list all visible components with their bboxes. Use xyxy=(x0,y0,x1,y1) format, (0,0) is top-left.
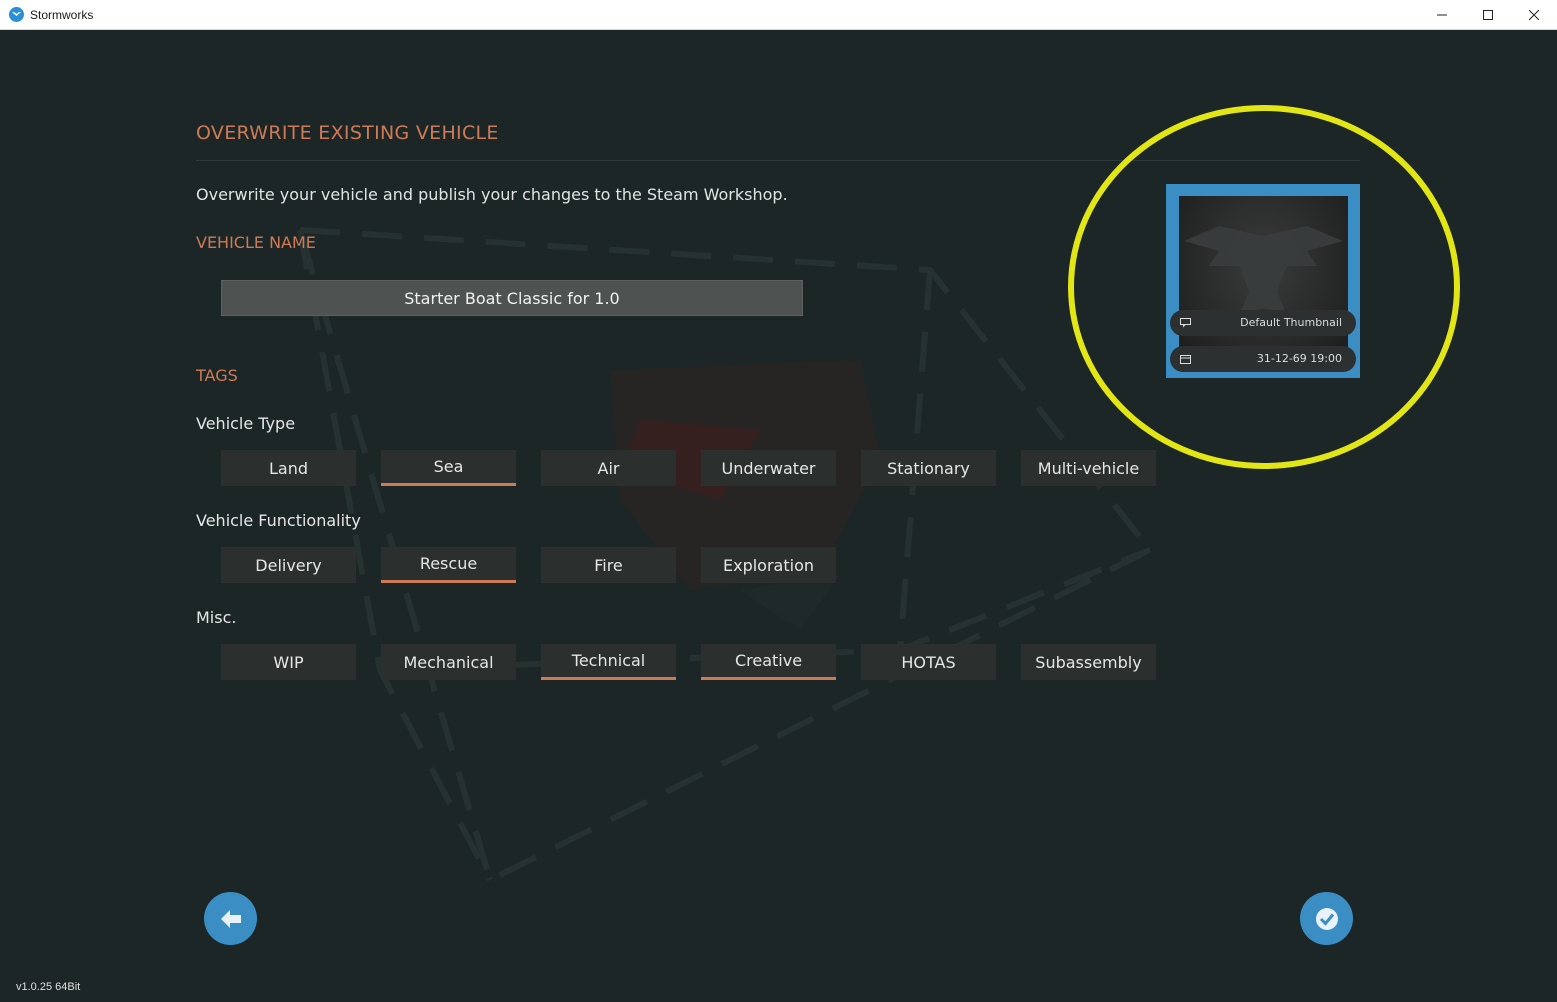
highlight-circle xyxy=(1068,105,1460,469)
tag-technical[interactable]: Technical xyxy=(541,644,676,680)
minimize-button[interactable] xyxy=(1419,0,1465,30)
tag-delivery[interactable]: Delivery xyxy=(221,547,356,583)
tag-stationary[interactable]: Stationary xyxy=(861,450,996,486)
tag-rescue[interactable]: Rescue xyxy=(381,547,516,583)
tag-creative[interactable]: Creative xyxy=(701,644,836,680)
misc-label: Misc. xyxy=(196,608,237,627)
back-button[interactable] xyxy=(204,892,257,945)
close-button[interactable] xyxy=(1511,0,1557,30)
stormworks-app-icon xyxy=(9,7,24,22)
vehicle-functionality-label: Vehicle Functionality xyxy=(196,511,361,530)
version-label: v1.0.25 64Bit xyxy=(16,981,81,993)
vehicle-type-label: Vehicle Type xyxy=(196,414,296,433)
tag-sea[interactable]: Sea xyxy=(381,450,516,486)
dialog-description: Overwrite your vehicle and publish your … xyxy=(196,185,788,204)
tag-fire[interactable]: Fire xyxy=(541,547,676,583)
arrow-left-icon xyxy=(220,909,241,928)
tag-subassembly[interactable]: Subassembly xyxy=(1021,644,1156,680)
confirm-button[interactable] xyxy=(1300,892,1353,945)
close-icon xyxy=(1529,10,1539,20)
tags-label: TAGS xyxy=(196,366,238,385)
vehicle-name-label: VEHICLE NAME xyxy=(196,233,316,252)
page-title: OVERWRITE EXISTING VEHICLE xyxy=(196,122,499,144)
tag-wip[interactable]: WIP xyxy=(221,644,356,680)
tag-hotas[interactable]: HOTAS xyxy=(861,644,996,680)
vehicle-name-input[interactable]: Starter Boat Classic for 1.0 xyxy=(221,280,803,316)
tag-multi-vehicle[interactable]: Multi-vehicle xyxy=(1021,450,1156,486)
window-titlebar: Stormworks xyxy=(0,0,1557,30)
maximize-button[interactable] xyxy=(1465,0,1511,30)
tag-underwater[interactable]: Underwater xyxy=(701,450,836,486)
tag-mechanical[interactable]: Mechanical xyxy=(381,644,516,680)
tag-land[interactable]: Land xyxy=(221,450,356,486)
tag-exploration[interactable]: Exploration xyxy=(701,547,836,583)
window-title: Stormworks xyxy=(30,8,94,22)
minimize-icon xyxy=(1437,14,1447,16)
maximize-icon xyxy=(1483,10,1493,20)
tag-air[interactable]: Air xyxy=(541,450,676,486)
checkmark-icon xyxy=(1315,907,1338,930)
